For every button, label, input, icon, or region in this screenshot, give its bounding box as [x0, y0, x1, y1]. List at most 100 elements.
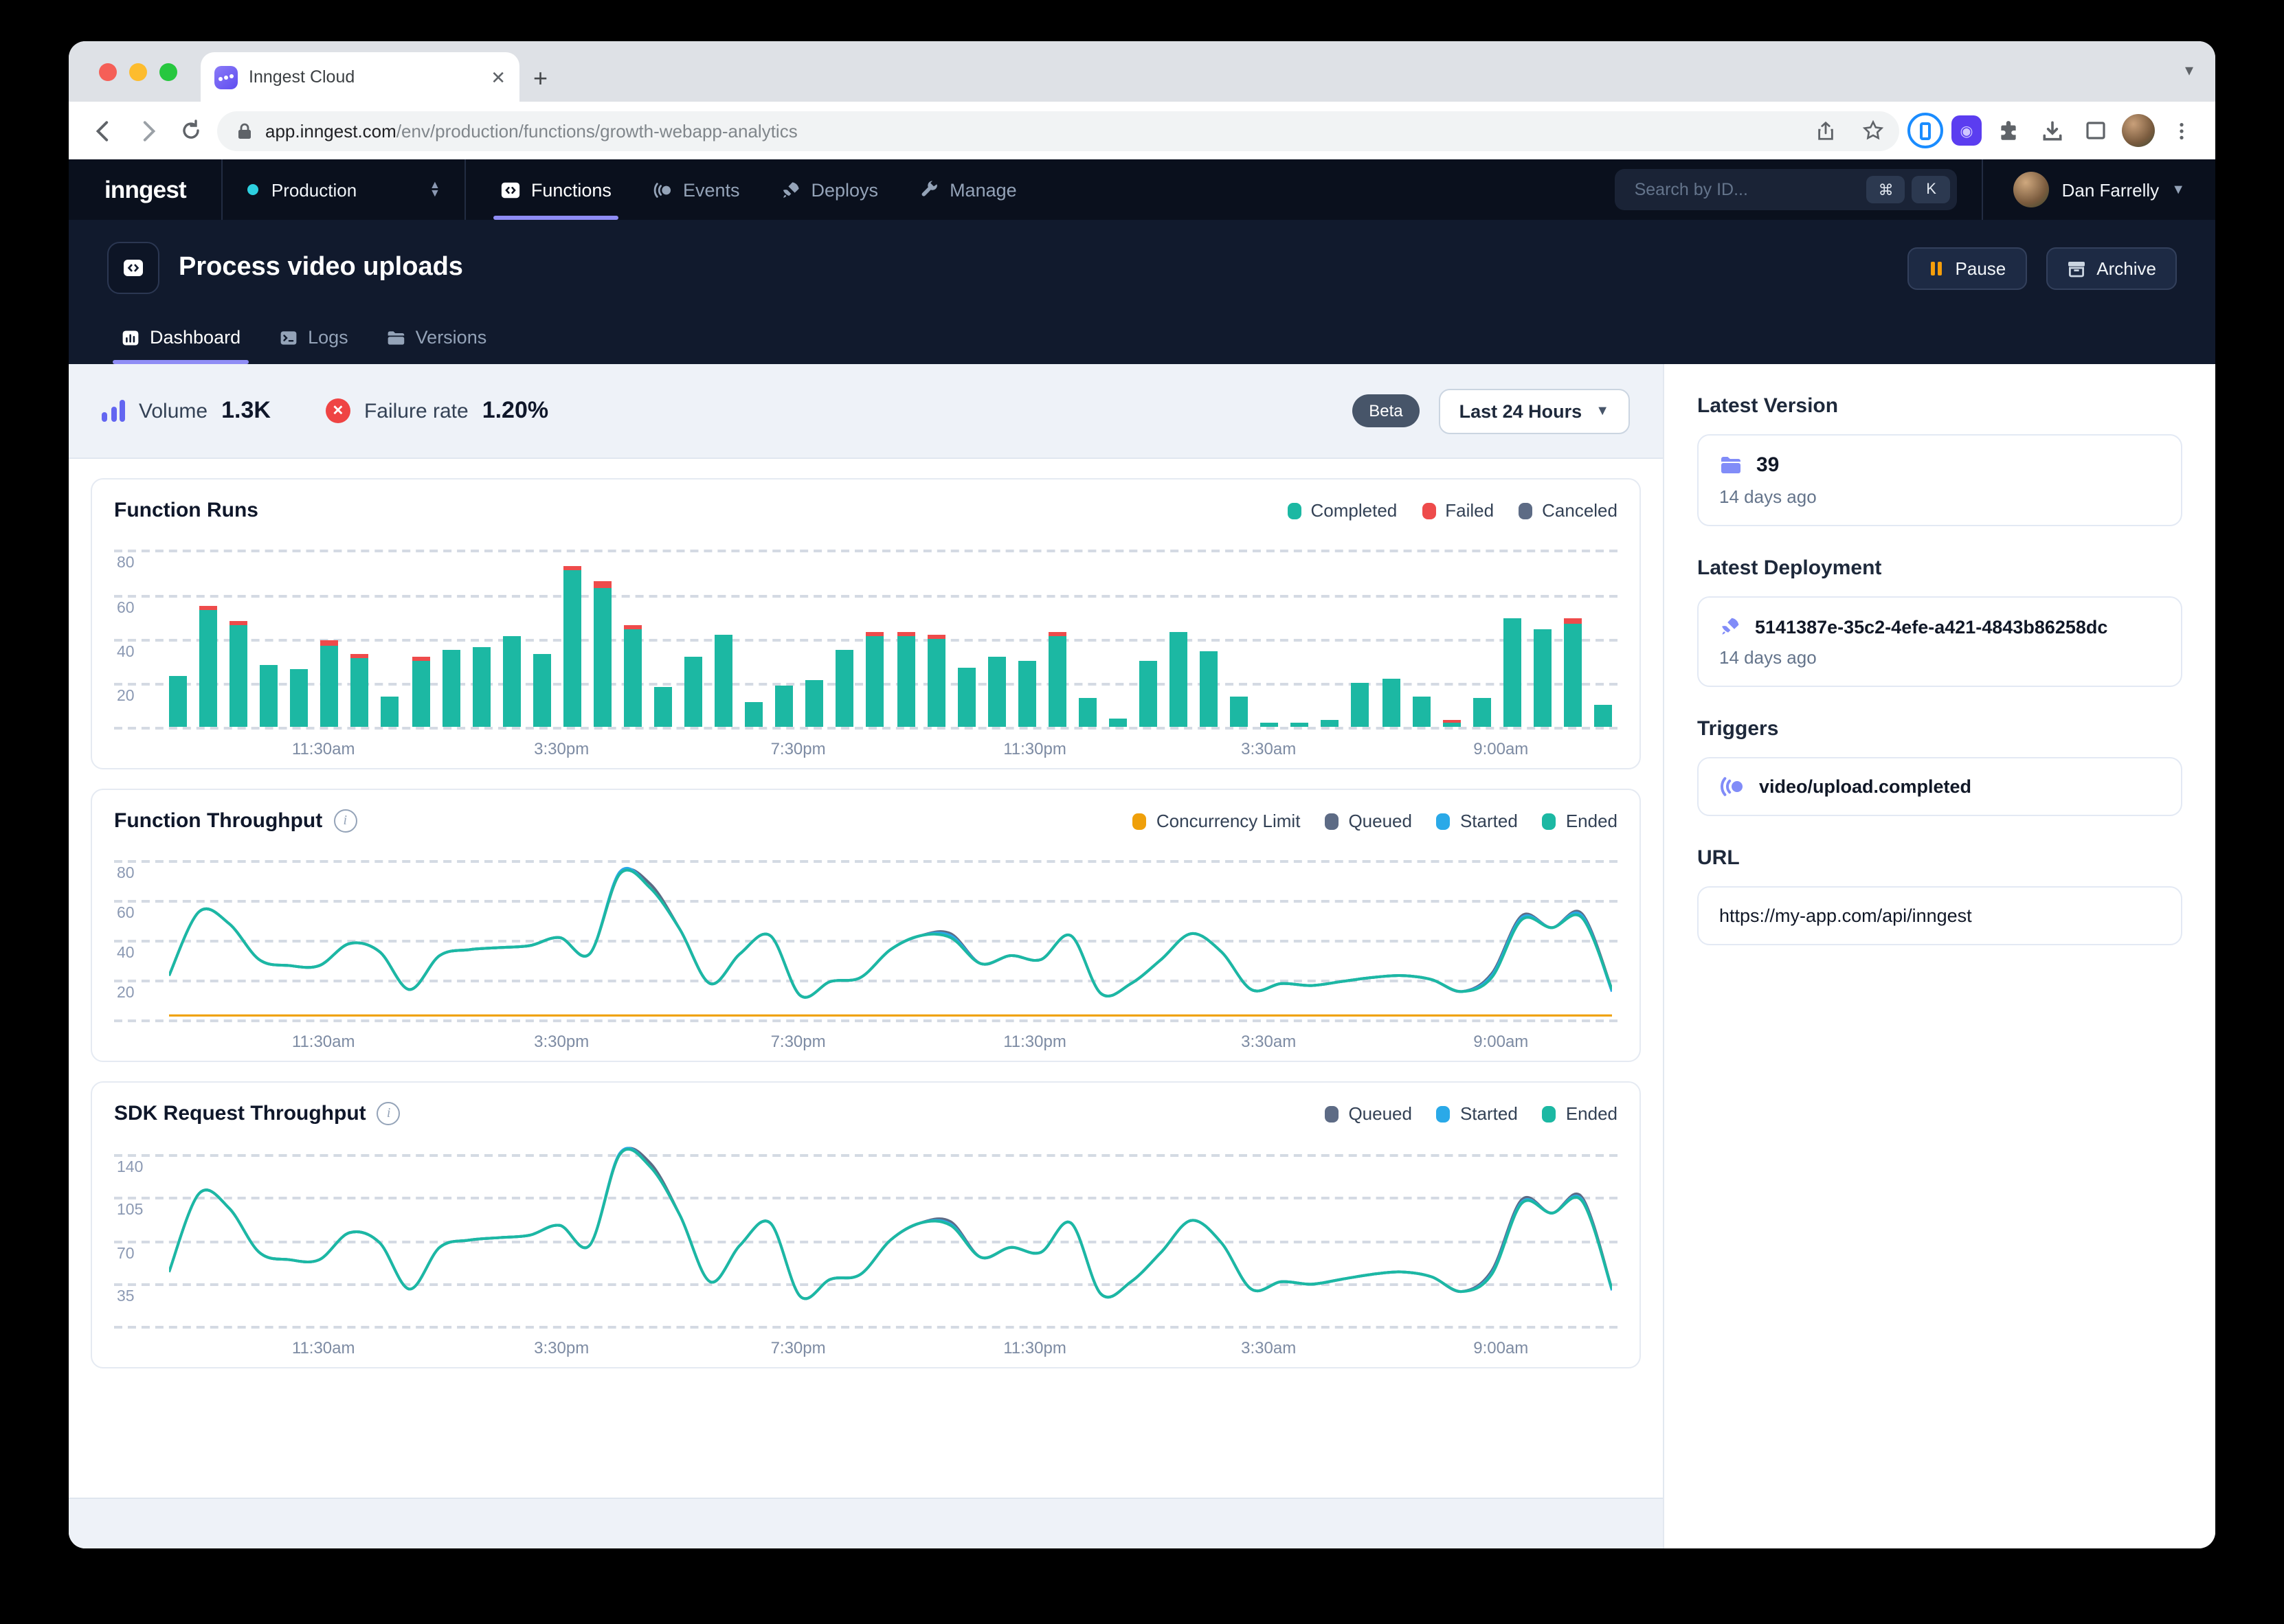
legend-item[interactable]: Failed — [1422, 500, 1494, 521]
window-controls — [99, 63, 177, 81]
failure-rate-stat: ✕ Failure rate 1.20% — [326, 397, 548, 425]
y-axis-tick: 105 — [117, 1203, 143, 1219]
info-icon[interactable]: i — [333, 809, 357, 833]
legend-item[interactable]: Concurrency Limit — [1133, 811, 1301, 831]
legend-swatch — [1519, 502, 1532, 519]
download-icon[interactable] — [2034, 113, 2070, 148]
bar — [684, 656, 702, 727]
legend-item[interactable]: Ended — [1543, 811, 1617, 831]
new-tab-button[interactable]: + — [533, 66, 548, 91]
charts-column: Function Runs CompletedFailedCanceled 20… — [69, 459, 1663, 1548]
minimize-window-button[interactable] — [129, 63, 147, 81]
y-axis-tick: 40 — [117, 945, 135, 962]
sidebar-toggle-icon[interactable] — [2078, 113, 2114, 148]
bar — [806, 680, 824, 727]
url-bar[interactable]: app.inngest.com/env/production/functions… — [217, 111, 1899, 150]
password-manager-extension-icon[interactable] — [1907, 113, 1943, 148]
events-icon — [653, 179, 673, 200]
share-icon[interactable] — [1807, 113, 1843, 148]
deployment-id: 5141387e-35c2-4efe-a421-4843b86258dc — [1755, 616, 2107, 637]
app-top-nav: inngest Production ▲▼ Functions Events D… — [69, 159, 2215, 220]
chart-legend: Queued Started Ended — [1325, 1103, 1617, 1124]
legend-item[interactable]: Started — [1437, 811, 1518, 831]
legend-item[interactable]: Queued — [1325, 1103, 1412, 1124]
bar — [1018, 661, 1036, 727]
bar — [1412, 696, 1430, 727]
pause-button[interactable]: Pause — [1907, 247, 2027, 289]
chart-title: SDK Request Throughput — [114, 1102, 366, 1125]
back-icon[interactable] — [85, 113, 121, 148]
bar — [654, 687, 672, 727]
legend-swatch — [1288, 502, 1301, 519]
legend-item[interactable]: Started — [1437, 1103, 1518, 1124]
archive-button[interactable]: Archive — [2046, 247, 2177, 289]
x-axis-tick: 11:30pm — [1003, 1338, 1066, 1357]
bar — [594, 581, 612, 727]
latest-version-card[interactable]: 39 14 days ago — [1697, 434, 2182, 526]
page-tabs: Dashboard Logs Versions — [107, 313, 2177, 364]
bar — [260, 665, 278, 727]
bar — [866, 632, 884, 727]
browser-profile-avatar[interactable] — [2122, 114, 2155, 147]
x-axis-tick: 11:30pm — [1003, 1032, 1066, 1051]
info-icon[interactable]: i — [377, 1102, 401, 1125]
legend-item[interactable]: Ended — [1543, 1103, 1617, 1124]
function-runs-chart: 20406080 11:30am3:30pm7:30pm11:30pm3:30a… — [114, 541, 1617, 727]
nav-item-functions[interactable]: Functions — [483, 159, 629, 220]
tab-close-icon[interactable]: ✕ — [491, 68, 506, 86]
tab-dashboard[interactable]: Dashboard — [107, 313, 254, 364]
browser-tabstrip: Inngest Cloud ✕ + ▾ — [69, 41, 2215, 102]
latest-deployment-card[interactable]: 5141387e-35c2-4efe-a421-4843b86258dc 14 … — [1697, 596, 2182, 687]
x-axis-tick: 9:00am — [1473, 1338, 1528, 1357]
trigger-card[interactable]: video/upload.completed — [1697, 757, 2182, 816]
legend-item[interactable]: Queued — [1325, 811, 1412, 831]
nav-item-deploys[interactable]: Deploys — [763, 159, 897, 220]
purple-extension-icon[interactable]: ◉ — [1951, 115, 1982, 146]
bar — [291, 669, 309, 727]
bookmark-star-icon[interactable] — [1855, 113, 1891, 148]
user-menu[interactable]: Dan Farrelly ▼ — [1982, 159, 2215, 220]
volume-bars-icon — [102, 400, 125, 422]
archive-icon — [2066, 259, 2085, 277]
bar — [1321, 720, 1339, 727]
legend-swatch — [1325, 813, 1339, 829]
nav-item-events[interactable]: Events — [635, 159, 758, 220]
y-axis-tick: 20 — [117, 688, 135, 705]
tab-logs[interactable]: Logs — [265, 313, 362, 364]
browser-tab[interactable]: Inngest Cloud ✕ — [201, 52, 519, 102]
tab-search-chevron-icon[interactable]: ▾ — [2185, 60, 2193, 80]
search-box[interactable]: ⌘ K — [1615, 169, 1958, 210]
bar — [472, 647, 490, 727]
sdk-request-throughput-chart: 3570105140 11:30am3:30pm7:30pm11:30pm3:3… — [114, 1144, 1617, 1326]
legend-item[interactable]: Canceled — [1519, 500, 1617, 521]
environment-selector[interactable]: Production ▲▼ — [223, 159, 465, 220]
event-trigger-icon — [1719, 776, 1745, 797]
wrench-icon — [919, 179, 940, 200]
latest-version-heading: Latest Version — [1697, 394, 2182, 418]
inngest-logo: inngest — [69, 159, 222, 220]
chart-title: Function Throughput — [114, 809, 322, 833]
folder-icon — [1719, 455, 1743, 475]
nav-item-manage[interactable]: Manage — [902, 159, 1035, 220]
browser-menu-icon[interactable] — [2163, 113, 2199, 148]
environment-updown-icon: ▲▼ — [429, 181, 440, 199]
x-axis-tick: 3:30am — [1241, 1032, 1296, 1051]
extensions-puzzle-icon[interactable] — [1990, 113, 2026, 148]
function-runs-card: Function Runs CompletedFailedCanceled 20… — [91, 478, 1641, 769]
time-range-dropdown[interactable]: Last 24 Hours ▼ — [1439, 388, 1630, 433]
details-sidebar: Latest Version 39 14 days ago Latest Dep… — [1663, 364, 2215, 1548]
close-window-button[interactable] — [99, 63, 117, 81]
bar — [987, 656, 1005, 727]
url-card[interactable]: https://my-app.com/api/inngest — [1697, 886, 2182, 945]
legend-swatch — [1437, 1105, 1451, 1122]
search-input[interactable] — [1632, 179, 1860, 201]
tab-versions[interactable]: Versions — [373, 313, 501, 364]
forward-icon[interactable] — [129, 113, 165, 148]
zoom-window-button[interactable] — [159, 63, 177, 81]
legend-item[interactable]: Completed — [1288, 500, 1398, 521]
bar — [1534, 630, 1552, 727]
x-axis-tick: 11:30pm — [1003, 739, 1066, 758]
reload-icon[interactable] — [173, 113, 209, 148]
pause-icon — [1928, 259, 1945, 277]
x-axis-tick: 3:30pm — [534, 1032, 589, 1051]
